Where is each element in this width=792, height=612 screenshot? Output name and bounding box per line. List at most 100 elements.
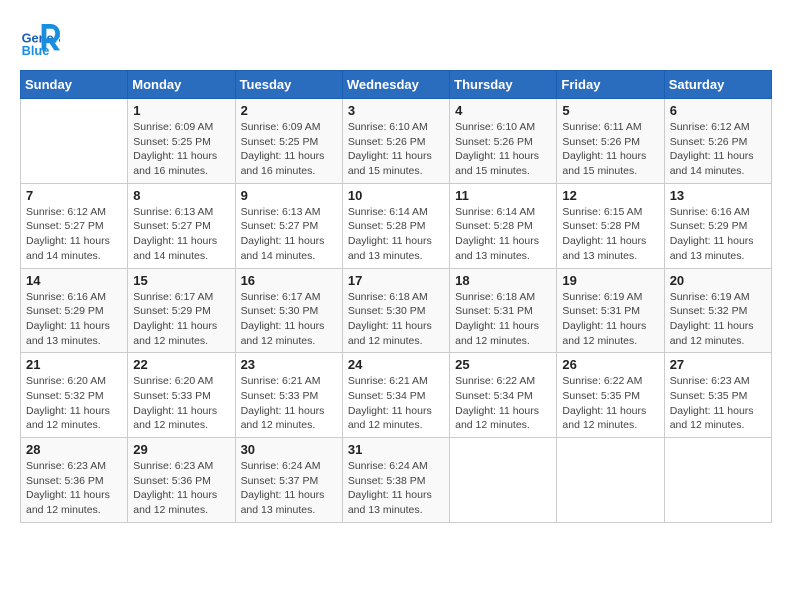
calendar-cell: 21 Sunrise: 6:20 AMSunset: 5:32 PMDayligh…	[21, 353, 128, 438]
day-number: 12	[562, 188, 658, 203]
day-number: 28	[26, 442, 122, 457]
calendar-cell: 12 Sunrise: 6:15 AMSunset: 5:28 PMDayligh…	[557, 183, 664, 268]
cell-info: Sunrise: 6:16 AMSunset: 5:29 PMDaylight:…	[670, 205, 766, 264]
day-number: 25	[455, 357, 551, 372]
cell-info: Sunrise: 6:23 AMSunset: 5:35 PMDaylight:…	[670, 374, 766, 433]
cell-info: Sunrise: 6:17 AMSunset: 5:29 PMDaylight:…	[133, 290, 229, 349]
calendar-week-5: 28 Sunrise: 6:23 AMSunset: 5:36 PMDayligh…	[21, 438, 772, 523]
calendar-cell: 9 Sunrise: 6:13 AMSunset: 5:27 PMDaylight…	[235, 183, 342, 268]
day-header-wednesday: Wednesday	[342, 71, 449, 99]
calendar-week-3: 14Sunrise: 6:16 AMSunset: 5:29 PMDayligh…	[21, 268, 772, 353]
cell-info: Sunrise: 6:12 AMSunset: 5:26 PMDaylight:…	[670, 120, 766, 179]
calendar-cell: 24 Sunrise: 6:21 AMSunset: 5:34 PMDayligh…	[342, 353, 449, 438]
calendar-cell: 27 Sunrise: 6:23 AMSunset: 5:35 PMDayligh…	[664, 353, 771, 438]
day-number: 3	[348, 103, 444, 118]
calendar-cell: 28Sunrise: 6:23 AMSunset: 5:36 PMDayligh…	[21, 438, 128, 523]
calendar-cell: 23 Sunrise: 6:21 AMSunset: 5:33 PMDayligh…	[235, 353, 342, 438]
day-number: 24	[348, 357, 444, 372]
calendar-cell: 25 Sunrise: 6:22 AMSunset: 5:34 PMDayligh…	[450, 353, 557, 438]
day-number: 10	[348, 188, 444, 203]
day-number: 22	[133, 357, 229, 372]
calendar-cell: 2 Sunrise: 6:09 AMSunset: 5:25 PMDaylight…	[235, 99, 342, 184]
cell-info: Sunrise: 6:14 AMSunset: 5:28 PMDaylight:…	[348, 205, 444, 264]
calendar-cell: 15Sunrise: 6:17 AMSunset: 5:29 PMDayligh…	[128, 268, 235, 353]
calendar-cell	[664, 438, 771, 523]
cell-info: Sunrise: 6:21 AMSunset: 5:34 PMDaylight:…	[348, 374, 444, 433]
cell-info: Sunrise: 6:19 AMSunset: 5:32 PMDaylight:…	[670, 290, 766, 349]
calendar-cell: 18 Sunrise: 6:18 AMSunset: 5:31 PMDayligh…	[450, 268, 557, 353]
cell-info: Sunrise: 6:22 AMSunset: 5:35 PMDaylight:…	[562, 374, 658, 433]
calendar-cell: 4 Sunrise: 6:10 AMSunset: 5:26 PMDaylight…	[450, 99, 557, 184]
cell-info: Sunrise: 6:18 AMSunset: 5:30 PMDaylight:…	[348, 290, 444, 349]
calendar-cell: 11 Sunrise: 6:14 AMSunset: 5:28 PMDayligh…	[450, 183, 557, 268]
day-number: 27	[670, 357, 766, 372]
calendar-cell: 19 Sunrise: 6:19 AMSunset: 5:31 PMDayligh…	[557, 268, 664, 353]
cell-info: Sunrise: 6:24 AMSunset: 5:37 PMDaylight:…	[241, 459, 337, 518]
day-number: 11	[455, 188, 551, 203]
day-number: 13	[670, 188, 766, 203]
day-number: 9	[241, 188, 337, 203]
cell-info: Sunrise: 6:24 AMSunset: 5:38 PMDaylight:…	[348, 459, 444, 518]
day-header-friday: Friday	[557, 71, 664, 99]
calendar-header-row: SundayMondayTuesdayWednesdayThursdayFrid…	[21, 71, 772, 99]
calendar-week-2: 7 Sunrise: 6:12 AMSunset: 5:27 PMDaylight…	[21, 183, 772, 268]
calendar-cell: 1 Sunrise: 6:09 AMSunset: 5:25 PMDaylight…	[128, 99, 235, 184]
day-number: 4	[455, 103, 551, 118]
day-header-sunday: Sunday	[21, 71, 128, 99]
calendar-week-4: 21 Sunrise: 6:20 AMSunset: 5:32 PMDayligh…	[21, 353, 772, 438]
day-number: 26	[562, 357, 658, 372]
day-number: 18	[455, 273, 551, 288]
cell-info: Sunrise: 6:10 AMSunset: 5:26 PMDaylight:…	[455, 120, 551, 179]
day-number: 14	[26, 273, 122, 288]
day-number: 17	[348, 273, 444, 288]
day-header-monday: Monday	[128, 71, 235, 99]
cell-info: Sunrise: 6:15 AMSunset: 5:28 PMDaylight:…	[562, 205, 658, 264]
cell-info: Sunrise: 6:23 AMSunset: 5:36 PMDaylight:…	[133, 459, 229, 518]
calendar-cell: 20 Sunrise: 6:19 AMSunset: 5:32 PMDayligh…	[664, 268, 771, 353]
calendar-cell: 16 Sunrise: 6:17 AMSunset: 5:30 PMDayligh…	[235, 268, 342, 353]
cell-info: Sunrise: 6:20 AMSunset: 5:33 PMDaylight:…	[133, 374, 229, 433]
cell-info: Sunrise: 6:22 AMSunset: 5:34 PMDaylight:…	[455, 374, 551, 433]
day-header-thursday: Thursday	[450, 71, 557, 99]
calendar-cell: 14Sunrise: 6:16 AMSunset: 5:29 PMDayligh…	[21, 268, 128, 353]
day-number: 29	[133, 442, 229, 457]
cell-info: Sunrise: 6:13 AMSunset: 5:27 PMDaylight:…	[241, 205, 337, 264]
day-number: 20	[670, 273, 766, 288]
cell-info: Sunrise: 6:09 AMSunset: 5:25 PMDaylight:…	[133, 120, 229, 179]
calendar-table: SundayMondayTuesdayWednesdayThursdayFrid…	[20, 70, 772, 523]
day-header-saturday: Saturday	[664, 71, 771, 99]
calendar-cell: 6 Sunrise: 6:12 AMSunset: 5:26 PMDaylight…	[664, 99, 771, 184]
day-header-tuesday: Tuesday	[235, 71, 342, 99]
calendar-cell	[450, 438, 557, 523]
calendar-cell: 10 Sunrise: 6:14 AMSunset: 5:28 PMDayligh…	[342, 183, 449, 268]
cell-info: Sunrise: 6:09 AMSunset: 5:25 PMDaylight:…	[241, 120, 337, 179]
calendar-cell: 29 Sunrise: 6:23 AMSunset: 5:36 PMDayligh…	[128, 438, 235, 523]
day-number: 2	[241, 103, 337, 118]
day-number: 23	[241, 357, 337, 372]
cell-info: Sunrise: 6:12 AMSunset: 5:27 PMDaylight:…	[26, 205, 122, 264]
day-number: 1	[133, 103, 229, 118]
day-number: 19	[562, 273, 658, 288]
cell-info: Sunrise: 6:18 AMSunset: 5:31 PMDaylight:…	[455, 290, 551, 349]
cell-info: Sunrise: 6:11 AMSunset: 5:26 PMDaylight:…	[562, 120, 658, 179]
calendar-cell: 3Sunrise: 6:10 AMSunset: 5:26 PMDaylight…	[342, 99, 449, 184]
logo-icon: General Blue	[20, 20, 60, 60]
calendar-cell: 22 Sunrise: 6:20 AMSunset: 5:33 PMDayligh…	[128, 353, 235, 438]
calendar-cell	[21, 99, 128, 184]
calendar-cell: 17 Sunrise: 6:18 AMSunset: 5:30 PMDayligh…	[342, 268, 449, 353]
cell-info: Sunrise: 6:17 AMSunset: 5:30 PMDaylight:…	[241, 290, 337, 349]
cell-info: Sunrise: 6:20 AMSunset: 5:32 PMDaylight:…	[26, 374, 122, 433]
day-number: 7	[26, 188, 122, 203]
day-number: 6	[670, 103, 766, 118]
calendar-cell: 30 Sunrise: 6:24 AMSunset: 5:37 PMDayligh…	[235, 438, 342, 523]
cell-info: Sunrise: 6:21 AMSunset: 5:33 PMDaylight:…	[241, 374, 337, 433]
cell-info: Sunrise: 6:14 AMSunset: 5:28 PMDaylight:…	[455, 205, 551, 264]
day-number: 21	[26, 357, 122, 372]
day-number: 16	[241, 273, 337, 288]
day-number: 30	[241, 442, 337, 457]
cell-info: Sunrise: 6:19 AMSunset: 5:31 PMDaylight:…	[562, 290, 658, 349]
calendar-week-1: 1 Sunrise: 6:09 AMSunset: 5:25 PMDaylight…	[21, 99, 772, 184]
calendar-cell: 5Sunrise: 6:11 AMSunset: 5:26 PMDaylight…	[557, 99, 664, 184]
day-number: 8	[133, 188, 229, 203]
logo: General Blue	[20, 20, 64, 60]
